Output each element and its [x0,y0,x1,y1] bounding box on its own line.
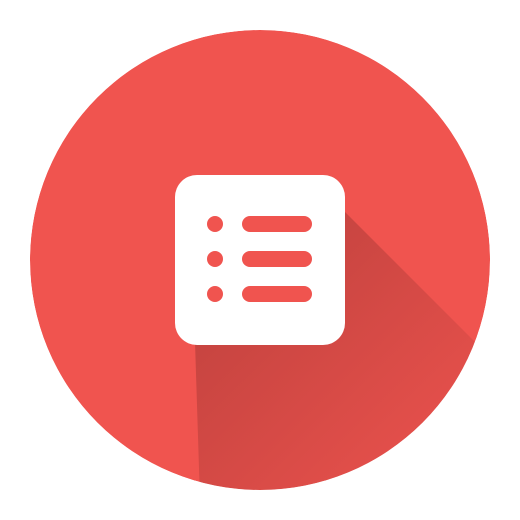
list-app-icon[interactable] [30,30,490,490]
list-bar [242,286,312,302]
icon-canvas [0,0,520,520]
list-bullet [207,286,223,302]
list-bullet [207,216,223,232]
list-icon-graphic [30,30,490,490]
list-bullet [207,251,223,267]
list-bar [242,251,312,267]
list-bar [242,216,312,232]
